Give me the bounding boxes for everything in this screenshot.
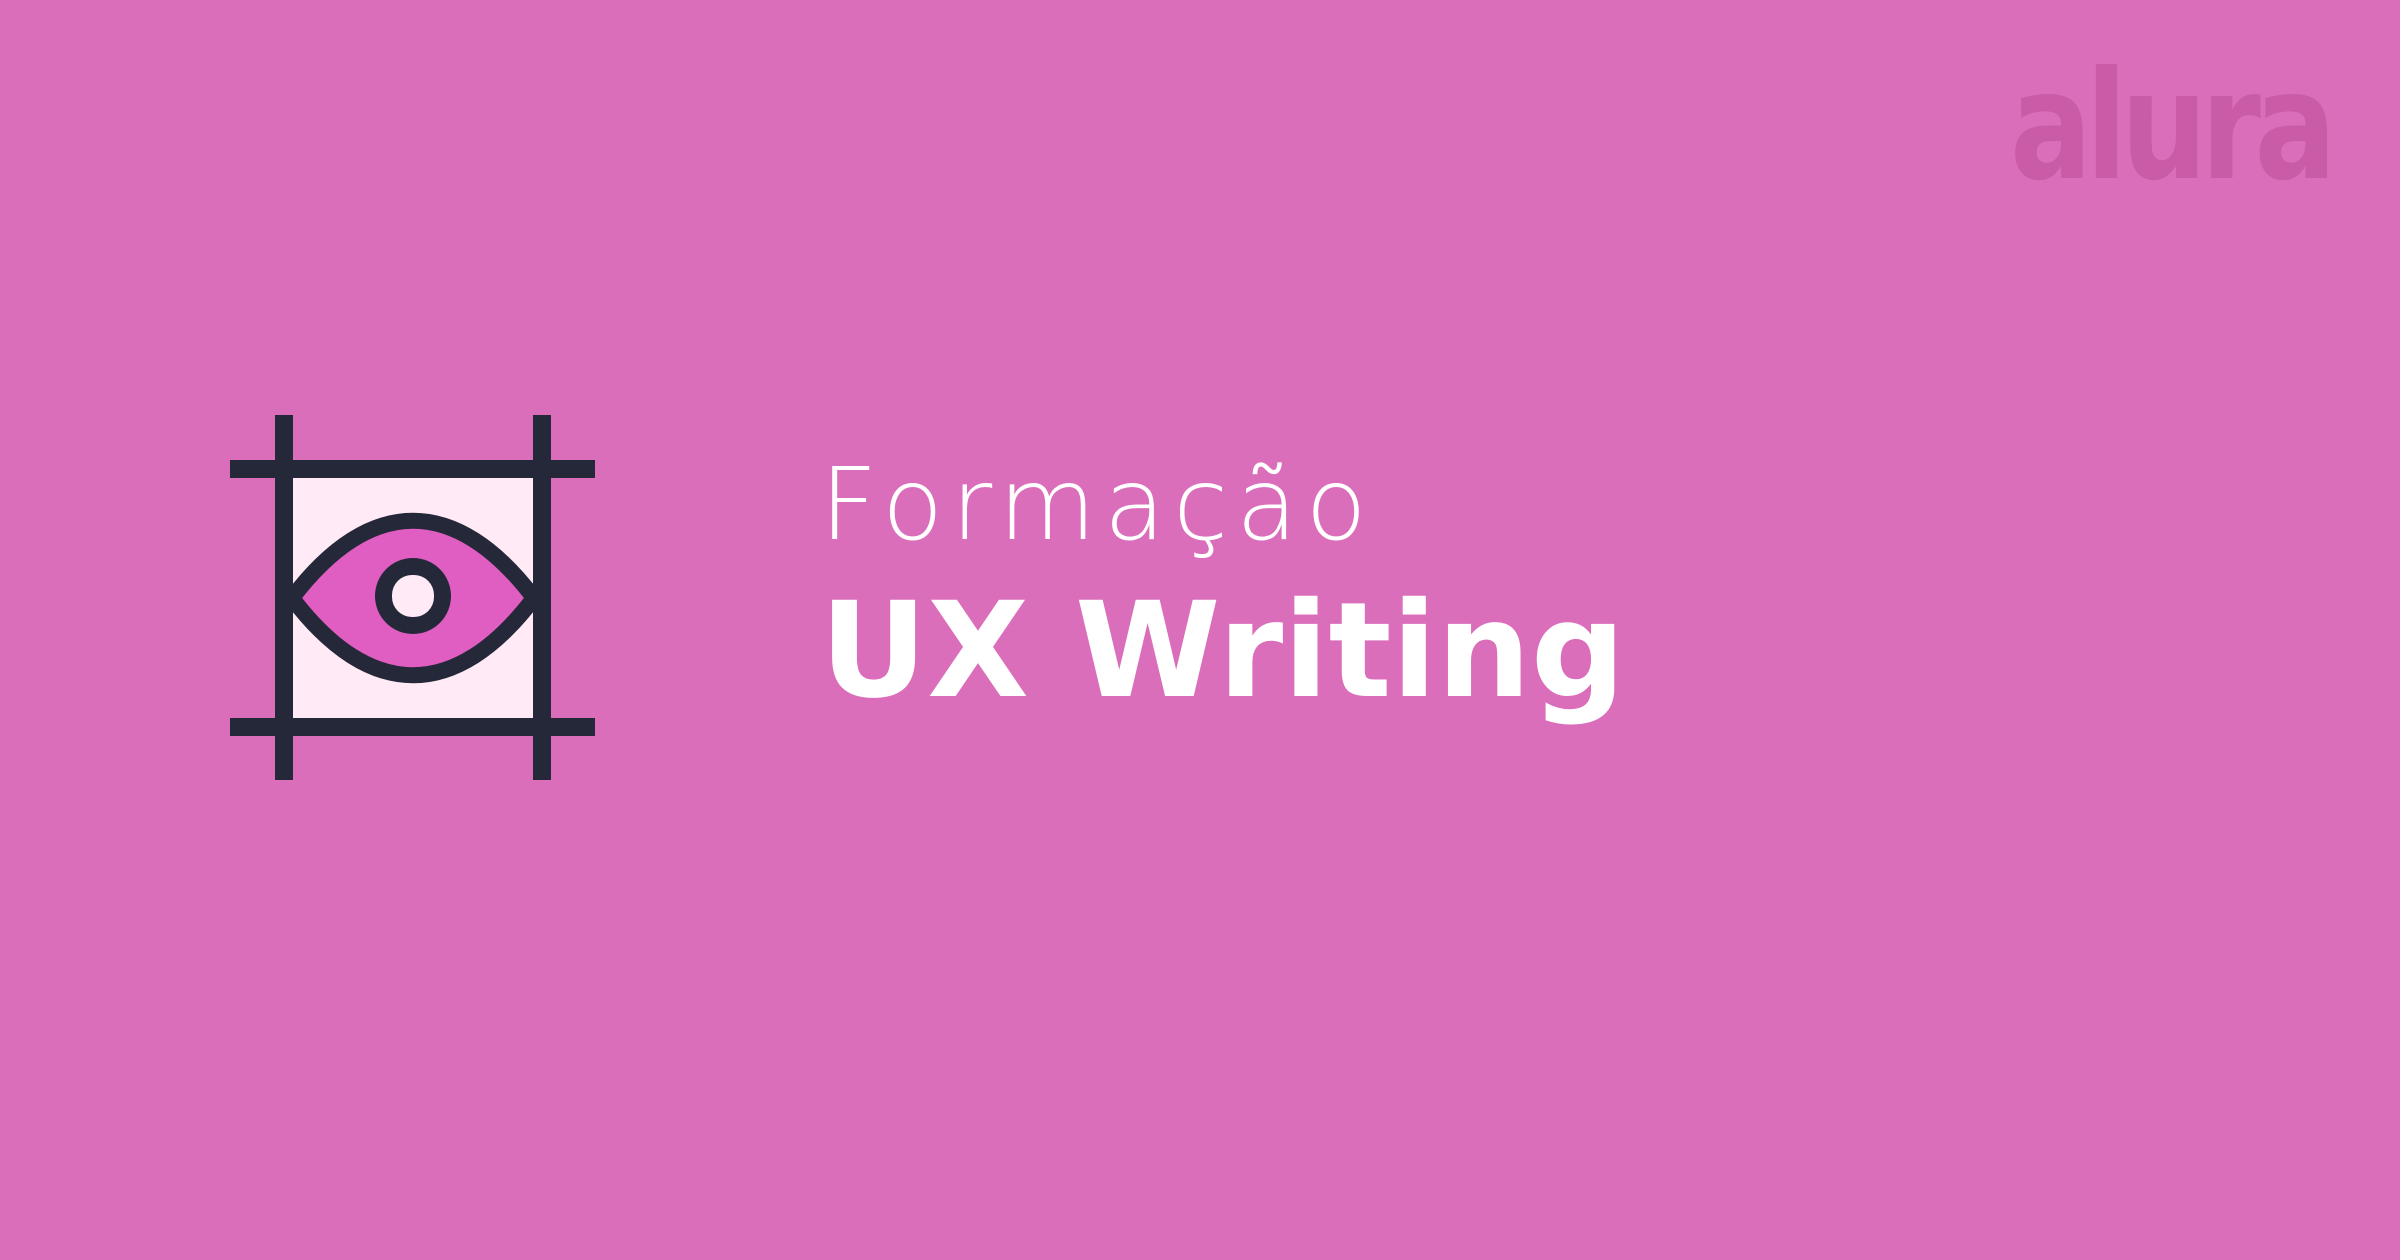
svg-text:alura: alura [2010, 40, 2330, 188]
eye-frame-icon [230, 415, 595, 780]
course-label: Formação [820, 446, 1375, 563]
course-heading: Formação UX Writing [820, 446, 2120, 728]
alura-logo-icon: alura [2010, 40, 2335, 188]
course-title: UX Writing [820, 574, 1626, 728]
alura-logo: alura [2010, 38, 2335, 188]
